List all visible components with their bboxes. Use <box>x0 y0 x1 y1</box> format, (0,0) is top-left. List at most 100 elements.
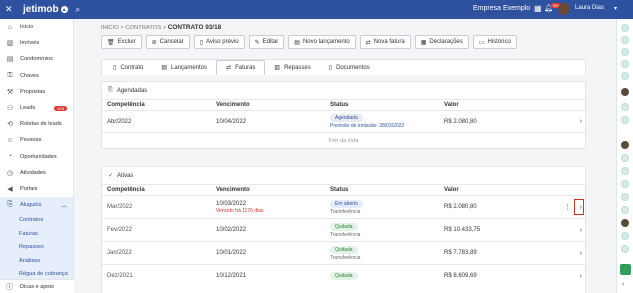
tab-documentos[interactable]: ▯ Documentos <box>320 60 379 75</box>
sidebar-subitem-repasses[interactable]: Repasses <box>0 240 73 254</box>
cell-valor: R$ 8.609,69 <box>444 273 477 279</box>
sidebar-subitem-analises[interactable]: Análises <box>0 253 73 268</box>
entries-icon: ▤ <box>161 65 167 71</box>
chat-avatar-icon[interactable] <box>621 48 629 56</box>
company-name[interactable]: Empresa Exemplo <box>473 5 530 12</box>
new-entry-button[interactable]: ▤ Novo lançamento <box>288 35 356 49</box>
chat-avatar-icon[interactable] <box>621 154 629 162</box>
page-title: CONTRATO 93/18 <box>167 24 222 31</box>
panel-title-text: Ativas <box>117 172 134 179</box>
right-rail: ‹ <box>616 19 633 293</box>
breadcrumb: INÍCIO > CONTRATOS > CONTRATO 93/18 <box>101 24 222 31</box>
table-row[interactable]: Dez/2021 10/12/2021 Quitada R$ 8.609,69 … <box>102 264 585 287</box>
chat-avatar-icon[interactable] <box>621 180 629 188</box>
tab-faturas[interactable]: ⇄ Faturas <box>216 60 266 75</box>
chat-avatar-icon[interactable] <box>621 193 629 201</box>
chat-avatar-icon[interactable] <box>621 232 629 240</box>
breadcrumb-home[interactable]: INÍCIO <box>101 25 119 31</box>
new-invoice-button[interactable]: ⇄ Nova fatura <box>359 35 411 49</box>
sidebar-item-imoveis[interactable]: ▥ Imóveis <box>0 35 73 51</box>
user-name[interactable]: Laura Dias <box>575 5 604 11</box>
sidebar-item-pessoas[interactable]: ☺ Pessoas <box>0 132 73 148</box>
history-button[interactable]: ▭ Histórico <box>472 35 517 49</box>
cancel-icon: ⊘ <box>151 39 157 46</box>
sidebar-item-label: Início <box>20 24 34 31</box>
table-row[interactable]: Jan/2022 10/01/2022 Quitada Transferênci… <box>102 241 585 264</box>
invoices-icon: ⇄ <box>226 65 232 71</box>
table-row[interactable]: Fev/2022 10/02/2022 Quitada Transferênci… <box>102 218 585 241</box>
chat-avatar-icon[interactable] <box>621 167 629 175</box>
sidebar-item-chaves[interactable]: ⚿ Chaves <box>0 68 73 84</box>
more-options-icon[interactable]: ⋮ <box>564 203 571 211</box>
search-icon[interactable]: ⌕ <box>76 5 80 15</box>
contract-icon: ▯ <box>113 65 117 71</box>
cell-vencimento: 10/03/2022 Vencido há 1176 dias <box>216 201 330 214</box>
chat-avatar-icon[interactable] <box>621 60 629 68</box>
chat-avatar-icon[interactable] <box>621 245 629 253</box>
tab-contrato[interactable]: ▯ Contrato <box>104 60 152 75</box>
sidebar-item-condominios[interactable]: ▤ Condomínios <box>0 51 73 67</box>
statements-button[interactable]: ▦ Declarações <box>414 35 469 49</box>
cancel-button[interactable]: ⊘ Cancelar <box>145 35 190 49</box>
sidebar-item-oportunidades[interactable]: ◔ Oportunidades <box>0 149 73 165</box>
chat-avatar-icon[interactable] <box>621 206 629 214</box>
cell-status: Agendada Previsão de emissão: 28/03/2022 <box>330 114 444 129</box>
chat-avatar-icon[interactable] <box>621 141 629 149</box>
chevron-right-icon[interactable]: › <box>580 250 582 257</box>
panel-title: ✓ Ativas <box>102 167 585 184</box>
chevron-down-icon[interactable]: ▾ <box>614 5 617 12</box>
button-label: Histórico <box>487 39 511 45</box>
sidebar-item-portais[interactable]: ◀ Portais <box>0 181 73 197</box>
sidebar-item-propostas[interactable]: ⚒ Propostas <box>0 84 73 100</box>
edit-button[interactable]: ✎ Editar <box>248 35 285 49</box>
column-header: Vencimento <box>216 187 250 193</box>
sidebar-item-atividades[interactable]: ◷ Atividades <box>0 165 73 181</box>
whatsapp-icon[interactable] <box>620 264 631 275</box>
chat-avatar-icon[interactable] <box>621 116 629 124</box>
avatar[interactable] <box>558 3 570 15</box>
chevron-left-icon[interactable]: ‹ <box>622 281 624 288</box>
sidebar-item-alugueis[interactable]: ⎘ Aluguéis ︿ <box>0 197 73 214</box>
chevron-right-icon[interactable]: › <box>580 118 582 125</box>
chat-avatar-icon[interactable] <box>621 36 629 44</box>
chat-avatar-icon[interactable] <box>621 103 629 111</box>
sidebar-item-label: Chaves <box>20 72 39 79</box>
sidebar-subitem-faturas[interactable]: Faturas <box>0 226 73 241</box>
help-link[interactable]: ⓘ Dicas e apoio <box>0 279 74 293</box>
tab-label: Lançamentos <box>171 64 208 71</box>
delete-button[interactable]: 🗑︎ Excluir <box>101 35 142 49</box>
chevron-right-icon[interactable]: › <box>580 204 582 211</box>
chevron-right-icon[interactable]: › <box>580 273 582 280</box>
logo[interactable]: jetimob ▲ <box>23 4 68 15</box>
main-content: INÍCIO > CONTRATOS > CONTRATO 93/18 🗑︎ Ex… <box>74 19 616 293</box>
chat-avatar-icon[interactable] <box>621 219 629 227</box>
chevron-right-icon[interactable]: › <box>580 227 582 234</box>
sidebar-item-label: Roletas de leads <box>20 121 62 128</box>
sidebar-item-inicio[interactable]: ⌂ Início <box>0 19 73 35</box>
breadcrumb-contracts[interactable]: CONTRATOS <box>125 25 161 31</box>
activity-icon: ◷ <box>6 169 14 177</box>
sidebar-item-roletas[interactable]: ⟲ Roletas de leads <box>0 116 73 132</box>
tab-lancamentos[interactable]: ▤ Lançamentos <box>152 60 216 75</box>
cell-competencia: Abr/2022 <box>107 118 132 125</box>
sidebar-item-leads[interactable]: ⚇ Leads 878 <box>0 100 73 116</box>
pencil-icon: ✎ <box>254 39 260 46</box>
transfers-icon: ▥ <box>274 65 281 71</box>
chat-avatar-icon[interactable] <box>621 24 629 32</box>
tab-repasses[interactable]: ▥ Repasses <box>265 60 319 75</box>
building-icon: ▥ <box>6 40 14 48</box>
calendar-clock-icon: ⎘ <box>108 87 113 93</box>
history-icon: ▭ <box>478 39 485 46</box>
notice-button[interactable]: ▯ Aviso prévio <box>193 35 245 49</box>
apps-grid-icon[interactable]: ▦ <box>534 4 542 13</box>
close-icon[interactable]: ✕ <box>5 4 15 15</box>
payment-method: Transferência <box>330 208 361 215</box>
table-row[interactable]: Mar/2022 10/03/2022 Vencido há 1176 dias… <box>102 195 585 218</box>
chat-avatar-icon[interactable] <box>621 72 629 80</box>
sidebar-subitem-contratos[interactable]: Contratos <box>0 213 73 227</box>
column-header: Vencimento <box>216 102 250 108</box>
chat-avatar-icon[interactable] <box>621 88 629 96</box>
table-row[interactable]: Abr/2022 10/04/2022 Agendada Previsão de… <box>102 110 585 132</box>
sidebar-item-label: Atividades <box>20 169 46 176</box>
table-header: Competência Vencimento Status Valor <box>102 99 585 110</box>
